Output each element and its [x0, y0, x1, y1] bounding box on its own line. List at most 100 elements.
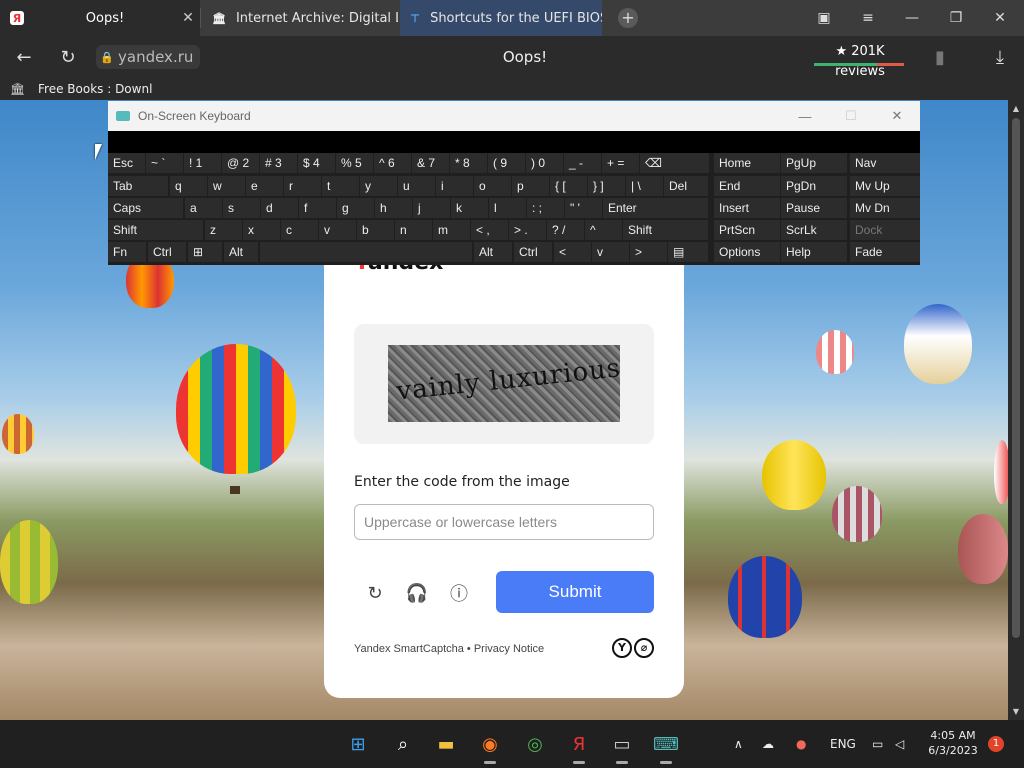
osk-key[interactable]: l	[489, 198, 526, 218]
osk-key[interactable]: ^ 6	[374, 153, 411, 173]
osk-key[interactable]: p	[512, 176, 549, 196]
osk-key[interactable]: Fn	[108, 242, 146, 262]
osk-key[interactable]: Insert	[714, 198, 780, 218]
start-icon[interactable]: ⊞	[340, 726, 376, 762]
osk-key[interactable]: | \	[626, 176, 663, 196]
tab-close-icon[interactable]: ✕	[176, 10, 200, 26]
chrome-icon[interactable]: ◎	[517, 726, 553, 762]
osk-key[interactable]: u	[398, 176, 435, 196]
osk-key[interactable]: v	[319, 220, 356, 240]
osk-key[interactable]	[260, 242, 472, 262]
scroll-down-icon[interactable]: ▼	[1008, 707, 1024, 716]
osk-key[interactable]: e	[246, 176, 283, 196]
osk-key[interactable]: ~ `	[146, 153, 183, 173]
osk-key[interactable]: < ,	[471, 220, 508, 240]
scroll-thumb[interactable]	[1012, 118, 1020, 638]
yandex-browser-icon[interactable]: Я	[561, 726, 597, 764]
captcha-input[interactable]	[354, 504, 654, 540]
osk-key[interactable]: y	[360, 176, 397, 196]
osk-key[interactable]: d	[261, 198, 298, 218]
chevron-up-icon[interactable]: ∧	[734, 720, 743, 768]
osk-key[interactable]: t	[322, 176, 359, 196]
language-indicator[interactable]: ENG	[830, 720, 856, 768]
bookmark-icon[interactable]: ▮	[920, 36, 960, 78]
osk-key[interactable]: b	[357, 220, 394, 240]
osk-maximize-button[interactable]: ☐	[828, 101, 874, 131]
osk-key[interactable]: _ -	[564, 153, 601, 173]
reviews-badge[interactable]: ★ 201K reviews	[812, 42, 908, 79]
osk-key[interactable]: Home	[714, 153, 780, 173]
osk-key[interactable]: v	[592, 242, 629, 262]
search-icon[interactable]: ⌕	[385, 726, 421, 762]
scroll-up-icon[interactable]: ▲	[1008, 104, 1024, 113]
cloud-off-icon[interactable]: ☁	[762, 720, 774, 768]
osk-key[interactable]: h	[375, 198, 412, 218]
osk-key[interactable]: Mv Dn	[850, 198, 920, 218]
osk-key[interactable]: ! 1	[184, 153, 221, 173]
display-icon[interactable]: ▭	[872, 720, 883, 768]
osk-key[interactable]: Tab	[108, 176, 168, 196]
osk-key[interactable]: ⌫	[640, 153, 709, 173]
osk-key[interactable]: Dock	[850, 220, 920, 240]
osk-key[interactable]: : ;	[527, 198, 564, 218]
osk-key[interactable]: { [	[550, 176, 587, 196]
osk-key[interactable]: f	[299, 198, 336, 218]
tab-internet-archive[interactable]: 🏛 Internet Archive: Digital Lib	[202, 0, 398, 36]
osk-key[interactable]: * 8	[450, 153, 487, 173]
url-field[interactable]: 🔒 yandex.ru	[96, 45, 200, 69]
submit-button[interactable]: Submit	[496, 571, 654, 613]
tab-oops[interactable]: Я Oops! ✕	[0, 0, 200, 36]
osk-close-button[interactable]: ✕	[874, 101, 920, 131]
osk-key[interactable]: i	[436, 176, 473, 196]
volume-icon[interactable]: ◁	[895, 720, 904, 768]
firefox-icon[interactable]: ◉	[472, 726, 508, 764]
osk-key[interactable]: $ 4	[298, 153, 335, 173]
osk-key[interactable]: > .	[509, 220, 546, 240]
osk-key[interactable]: ) 0	[526, 153, 563, 173]
osk-key[interactable]: Help	[781, 242, 847, 262]
osk-key[interactable]: ▤	[668, 242, 708, 262]
osk-minimize-button[interactable]: —	[782, 101, 828, 131]
osk-title-bar[interactable]: On-Screen Keyboard — ☐ ✕	[108, 101, 920, 131]
osk-key[interactable]: PrtScn	[714, 220, 780, 240]
bookmark-free-books[interactable]: 🏛 Free Books : Downl	[10, 78, 152, 100]
osk-key[interactable]: j	[413, 198, 450, 218]
osk-key[interactable]: & 7	[412, 153, 449, 173]
osk-key[interactable]: a	[185, 198, 222, 218]
notification-badge[interactable]: 1	[988, 736, 1004, 752]
osk-key[interactable]: s	[223, 198, 260, 218]
osk-key[interactable]: % 5	[336, 153, 373, 173]
info-icon[interactable]: ⓘ	[446, 580, 472, 606]
osk-key[interactable]: ^	[585, 220, 622, 240]
osk-key[interactable]: PgDn	[781, 176, 847, 196]
reload-icon[interactable]: ↻	[48, 36, 88, 78]
close-window-button[interactable]: ✕	[978, 0, 1022, 36]
microphone-icon[interactable]: ●	[796, 720, 806, 768]
osk-key[interactable]: ⊞	[188, 242, 222, 262]
osk-key[interactable]: Alt	[474, 242, 512, 262]
osk-key[interactable]: Nav	[850, 153, 920, 173]
osk-key[interactable]: r	[284, 176, 321, 196]
osk-key[interactable]: o	[474, 176, 511, 196]
osk-key[interactable]: m	[433, 220, 470, 240]
osk-key[interactable]: z	[205, 220, 242, 240]
osk-key[interactable]: + =	[602, 153, 639, 173]
osk-key[interactable]: " '	[565, 198, 602, 218]
osk-key[interactable]: x	[243, 220, 280, 240]
osk-key[interactable]: w	[208, 176, 245, 196]
osk-key[interactable]: Ctrl	[514, 242, 552, 262]
new-tab-button[interactable]: +	[618, 8, 638, 28]
download-icon[interactable]: ⤓	[980, 36, 1020, 78]
restore-button[interactable]: ❐	[934, 0, 978, 36]
osk-key[interactable]: <	[554, 242, 591, 262]
osk-key[interactable]: k	[451, 198, 488, 218]
osk-key[interactable]: >	[630, 242, 667, 262]
clock[interactable]: 4:05 AM 6/3/2023	[918, 728, 988, 758]
osk-key[interactable]: ? /	[547, 220, 584, 240]
headphones-icon[interactable]: 🎧	[404, 580, 430, 606]
osk-key[interactable]: @ 2	[222, 153, 259, 173]
osk-key[interactable]: g	[337, 198, 374, 218]
refresh-icon[interactable]: ↻	[362, 580, 388, 606]
keyboard-app-icon[interactable]: ⌨	[648, 726, 684, 764]
osk-key[interactable]: Enter	[603, 198, 708, 218]
